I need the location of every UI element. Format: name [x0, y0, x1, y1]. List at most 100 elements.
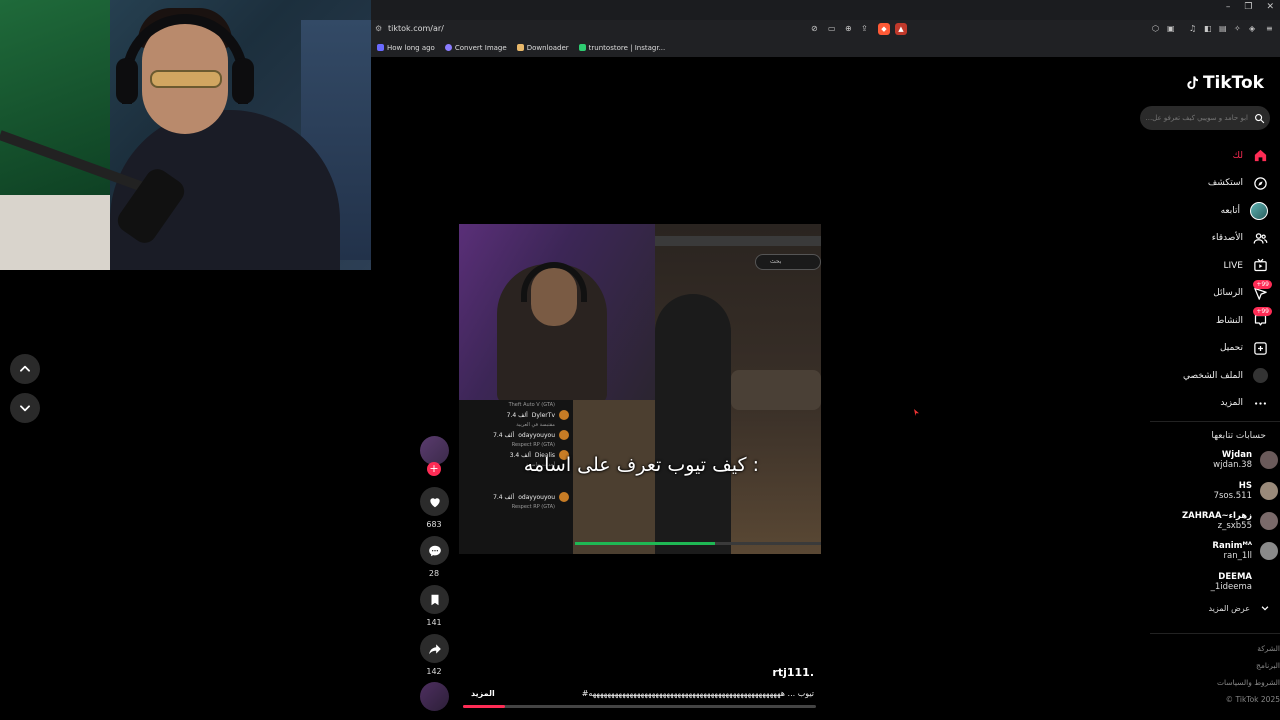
previous-video-button[interactable]	[10, 354, 40, 384]
account-item[interactable]: HS 7sos.511	[1142, 476, 1278, 506]
search-box[interactable]	[1140, 106, 1270, 130]
address-bar: ⚙ tiktok.com/ar/ ⊘ ▭ ⊕ ⇪ ◆ ▲ ⬡ ▣ ♫ ◧ ▤ ✧…	[371, 20, 1280, 39]
more-icon	[1255, 402, 1266, 405]
account-handle: _1ideema	[1210, 582, 1252, 592]
account-item[interactable]: DEEMA _1ideema	[1142, 567, 1278, 597]
footer-copyright: © TikTok 2025	[1225, 695, 1280, 704]
share-arrow-icon	[428, 643, 441, 654]
menu-icon[interactable]: ≡	[1266, 24, 1273, 33]
video-player[interactable]: بحث Theft Auto V (GTA) 7.4 ألف DylerTv م…	[459, 224, 821, 554]
tiktok-note-icon	[1187, 76, 1198, 89]
account-handle: wjdan.38	[1213, 460, 1252, 470]
share-icon[interactable]: ⇪	[861, 24, 868, 33]
save-button[interactable]	[420, 585, 449, 614]
home-icon	[1254, 150, 1267, 162]
music-icon[interactable]: ♫	[1189, 24, 1196, 33]
brave-shield-icon[interactable]: ◆	[878, 23, 890, 35]
extension-icon-2[interactable]: ▣	[1167, 24, 1175, 33]
account-handle: 7sos.511	[1213, 491, 1252, 501]
url-field[interactable]: tiktok.com/ar/	[388, 24, 444, 33]
bookmark-downloader[interactable]: Downloader	[516, 44, 569, 52]
nav-upload[interactable]: تحميل	[1140, 335, 1268, 363]
video-progress-bar[interactable]	[463, 705, 816, 708]
post-username[interactable]: rtj111.	[700, 666, 814, 679]
close-button[interactable]: ✕	[1266, 2, 1274, 12]
account-item[interactable]: Ranimᴹᴬ ran_1ll	[1142, 536, 1278, 566]
footer-terms-link[interactable]: الشروط والسياسات	[1217, 678, 1280, 687]
messages-badge: +99	[1253, 279, 1272, 289]
nav-activity[interactable]: النشاط +99	[1140, 307, 1272, 335]
footer-program-link[interactable]: البرنامج	[1256, 661, 1280, 670]
minimize-button[interactable]: –	[1226, 2, 1231, 12]
avatar	[1260, 542, 1278, 560]
site-info-icon[interactable]: ⚙	[375, 24, 382, 33]
nav-friends[interactable]: الأصدقاء	[1140, 225, 1268, 253]
account-handle: z_sxb55	[1217, 521, 1252, 531]
chevron-down-icon	[1261, 606, 1269, 611]
video-inner-progress	[575, 542, 821, 545]
author-avatar[interactable]	[420, 436, 449, 465]
search-input[interactable]	[1144, 114, 1248, 122]
footer-company-link[interactable]: الشركة	[1257, 644, 1280, 653]
sound-avatar[interactable]	[420, 682, 449, 711]
bookmark-favicon	[377, 44, 384, 51]
search-icon[interactable]	[1254, 113, 1265, 124]
extension-icon-1[interactable]: ⬡	[1152, 24, 1159, 33]
avatar	[1260, 573, 1278, 591]
description-more-button[interactable]: المزيد	[471, 689, 499, 698]
account-name: DEEMA	[1218, 572, 1252, 582]
wallet-icon[interactable]: ▤	[1219, 24, 1227, 33]
sidebar-divider	[1150, 421, 1280, 422]
video-inner-progress-fill	[575, 542, 716, 545]
nav-messages[interactable]: الرسائل +99	[1140, 279, 1272, 308]
chat-avatar	[559, 410, 569, 420]
follow-plus-icon[interactable]: +	[427, 462, 441, 476]
maximize-button[interactable]: ❐	[1244, 2, 1252, 12]
like-button[interactable]	[420, 487, 449, 516]
account-name: HS	[1238, 481, 1252, 491]
account-item[interactable]: ZAHRAA~زهراء z_sxb55	[1142, 506, 1278, 536]
zoom-icon[interactable]: ⊕	[845, 24, 852, 33]
screen: – ❐ ✕ ⚙ tiktok.com/ar/ ⊘ ▭ ⊕ ⇪ ◆ ▲ ⬡ ▣ ♫…	[0, 0, 1280, 720]
nav-live[interactable]: LIVE	[1140, 252, 1268, 280]
account-name: Wjdan	[1221, 450, 1252, 460]
comment-button[interactable]	[420, 536, 449, 565]
bookmark-favicon	[578, 44, 586, 51]
headset-ear-right	[232, 58, 254, 104]
bookmark-how-long-ago[interactable]: How long ago	[377, 44, 435, 52]
nav-for-you[interactable]: لك	[1140, 142, 1268, 170]
share-count: 142	[426, 667, 442, 676]
no-translate-icon[interactable]: ⊘	[811, 24, 818, 33]
vpn-icon[interactable]: ◈	[1249, 24, 1255, 33]
sidebar-icon[interactable]: ◧	[1204, 24, 1212, 33]
nav-more[interactable]: المزيد	[1140, 390, 1268, 418]
bookmark-convert-image[interactable]: Convert Image	[444, 44, 507, 52]
profile-icon	[1253, 368, 1268, 384]
nav-following[interactable]: أتابعه	[1140, 197, 1268, 225]
account-item[interactable]: Wjdan wjdan.38	[1142, 445, 1278, 475]
mouse-cursor-icon	[914, 409, 919, 416]
video-sand	[573, 400, 655, 554]
live-icon	[1254, 259, 1267, 272]
activity-badge: +99	[1253, 307, 1272, 316]
bookmark-favicon	[444, 44, 452, 51]
avatar	[1260, 512, 1278, 530]
title-bar: – ❐ ✕	[371, 0, 1280, 20]
nav-profile[interactable]: الملف الشخصي	[1140, 362, 1268, 390]
account-name: Ranimᴹᴬ	[1212, 541, 1252, 551]
cast-icon[interactable]: ▭	[828, 24, 836, 33]
share-button[interactable]	[420, 634, 449, 663]
video-streamer-frame	[459, 224, 655, 404]
chevron-down-icon	[20, 405, 30, 412]
brave-rewards-icon[interactable]: ▲	[895, 23, 907, 35]
upload-icon	[1254, 342, 1267, 355]
see-more-button[interactable]: عرض المزيد	[1208, 603, 1270, 613]
tiktok-logo[interactable]: TikTok	[1184, 73, 1264, 93]
bookmarks-bar: How long ago Convert Image Downloader tr…	[371, 39, 1280, 56]
wall-backdrop	[0, 195, 110, 270]
bookmark-truntostore[interactable]: truntostore | Instagr...	[578, 44, 665, 52]
next-video-button[interactable]	[10, 393, 40, 423]
nav-explore[interactable]: استكشف	[1140, 170, 1268, 198]
leo-icon[interactable]: ✧	[1234, 24, 1241, 33]
account-handle: ran_1ll	[1223, 551, 1252, 561]
